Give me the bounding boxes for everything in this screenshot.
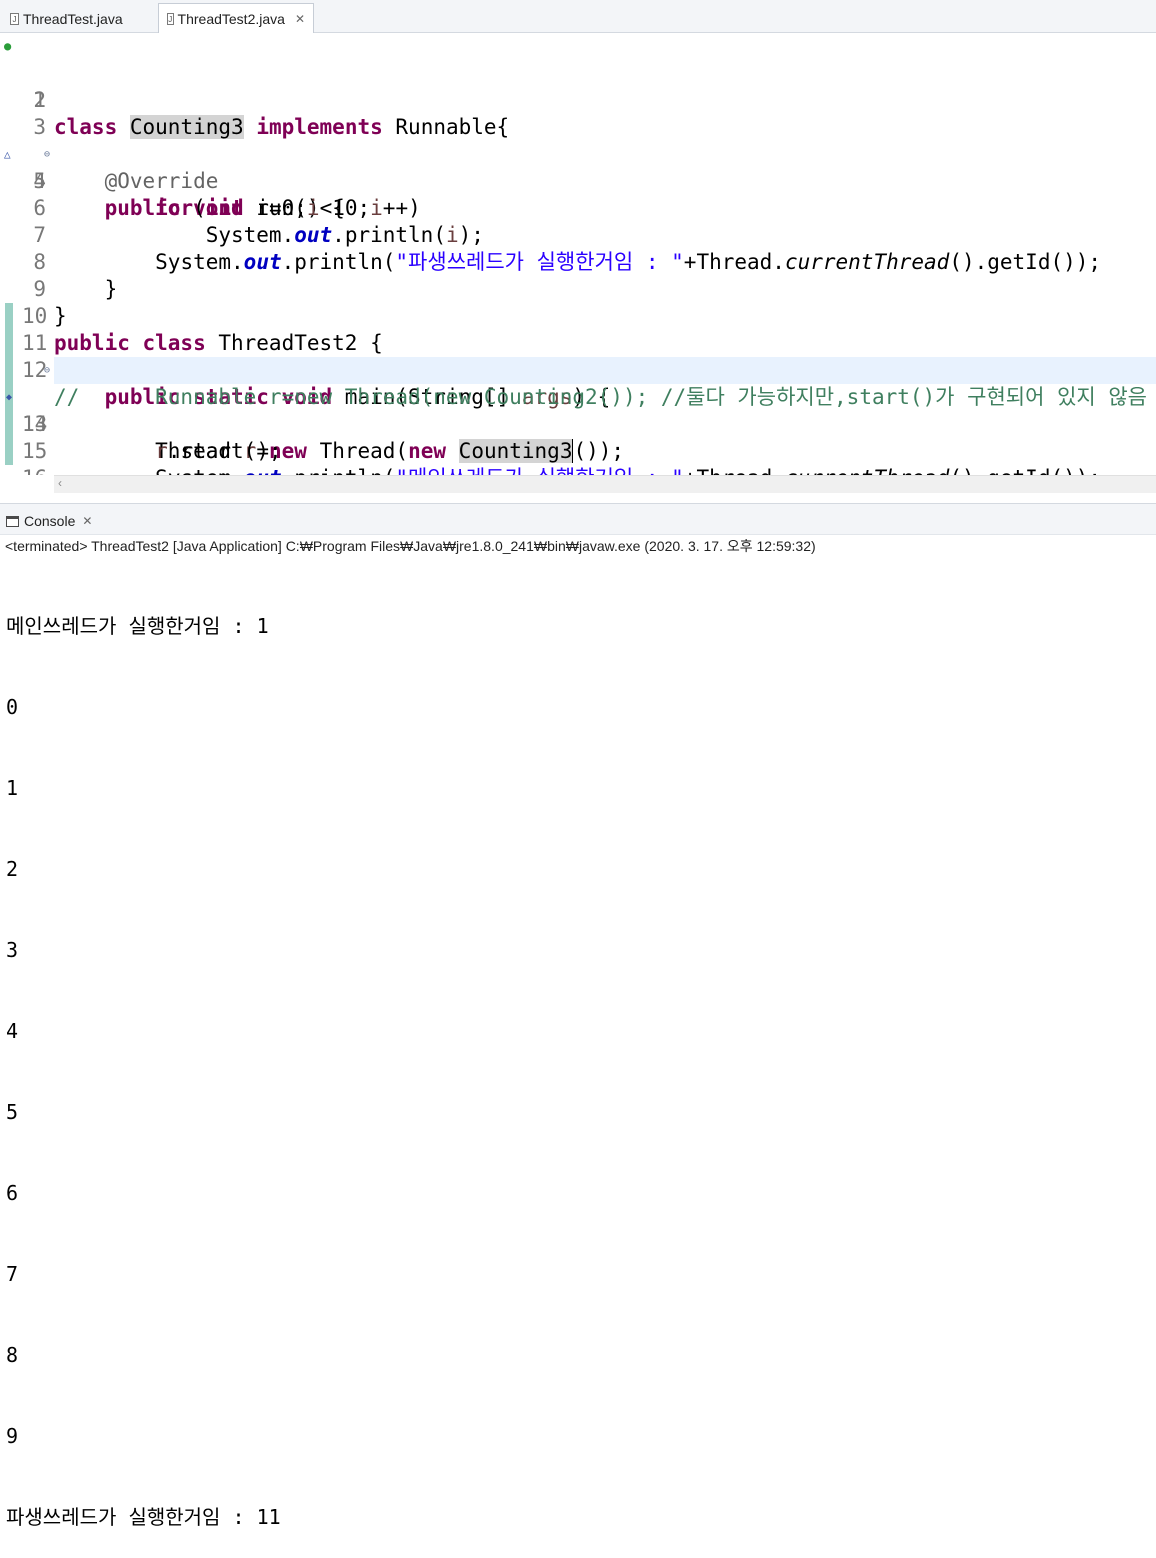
- java-file-icon: J: [10, 12, 19, 25]
- console-tab-bar: Console ✕: [0, 503, 1156, 535]
- tab-label: ThreadTest.java: [23, 10, 123, 27]
- console-line: 0: [6, 695, 19, 719]
- console-line: 7: [6, 1262, 19, 1286]
- java-file-icon: J: [167, 12, 174, 25]
- code-line: 8 }: [0, 222, 1156, 301]
- console-line: 4: [6, 1019, 19, 1043]
- console-line: 메인쓰레드가 실행한거임 : 1: [6, 614, 269, 638]
- console-line: 6: [6, 1181, 19, 1205]
- code-line: 5 for(int i=0;i<10;i++): [0, 141, 1156, 220]
- code-editor[interactable]: ● 1 class Counting3 implements Runnable{…: [0, 33, 1156, 475]
- console-line: 8: [6, 1343, 19, 1367]
- code-line: 12 // Runnable r=new Thread(new Counting…: [22, 358, 1147, 409]
- code-line: 7 System.out.println("파생쓰레드가 실행한거임 : "+T…: [0, 195, 1156, 274]
- run-icon: ●: [4, 39, 12, 53]
- code-line-current: ◆ 13 Thread r=new Thread(new Counting3()…: [0, 357, 1156, 463]
- console-status: <terminated> ThreadTest2 [Java Applicati…: [5, 538, 816, 554]
- horizontal-scrollbar[interactable]: ‹: [54, 475, 1156, 493]
- code-line: △ 4 public void run() {: [0, 114, 1156, 220]
- editor-tab-bar: J ThreadTest.java J ThreadTest2.java ✕: [0, 0, 1156, 33]
- console-tab-label: Console: [24, 513, 76, 529]
- code-line: 6 System.out.println(i);: [0, 168, 1156, 247]
- code-line: 9 }: [0, 249, 1156, 328]
- tab-label: ThreadTest2.java: [177, 10, 285, 27]
- console-line: 파생쓰레드가 실행한거임 : 11: [6, 1505, 281, 1529]
- console-output[interactable]: 메인쓰레드가 실행한거임 : 1 0 1 2 3 4 5 6 7 8 9 파생쓰…: [6, 559, 281, 1558]
- line-number: 16: [22, 465, 47, 475]
- code-line: 14 r.start();: [22, 412, 282, 463]
- scroll-left-icon[interactable]: ‹: [58, 476, 62, 490]
- console-line: 1: [6, 776, 19, 800]
- code-line: ● 1 class Counting3 implements Runnable{: [0, 33, 1156, 139]
- tab-threadtest-java[interactable]: J ThreadTest.java: [2, 4, 156, 33]
- console-line: 3: [6, 938, 19, 962]
- console-line: 9: [6, 1424, 19, 1448]
- tab-threadtest2-java[interactable]: J ThreadTest2.java ✕: [158, 3, 314, 33]
- code-line: 3 ⊖ @Override: [0, 87, 1156, 193]
- code-line: 16 }: [0, 438, 1156, 475]
- code-line: 11 ⊖ public static void main(String[] ar…: [22, 331, 611, 409]
- console-icon: [6, 515, 19, 527]
- close-icon[interactable]: ✕: [82, 514, 92, 528]
- console-line: 5: [6, 1100, 19, 1124]
- tab-console[interactable]: Console ✕: [6, 509, 92, 533]
- code-line: 15 System.out.println("메인쓰레드가 실행한거임 : "+…: [0, 411, 1156, 475]
- close-icon[interactable]: ✕: [295, 12, 305, 26]
- code-line: 10 public class ThreadTest2 {: [22, 304, 383, 355]
- console-line: 2: [6, 857, 19, 881]
- code-line: 2: [0, 60, 1156, 112]
